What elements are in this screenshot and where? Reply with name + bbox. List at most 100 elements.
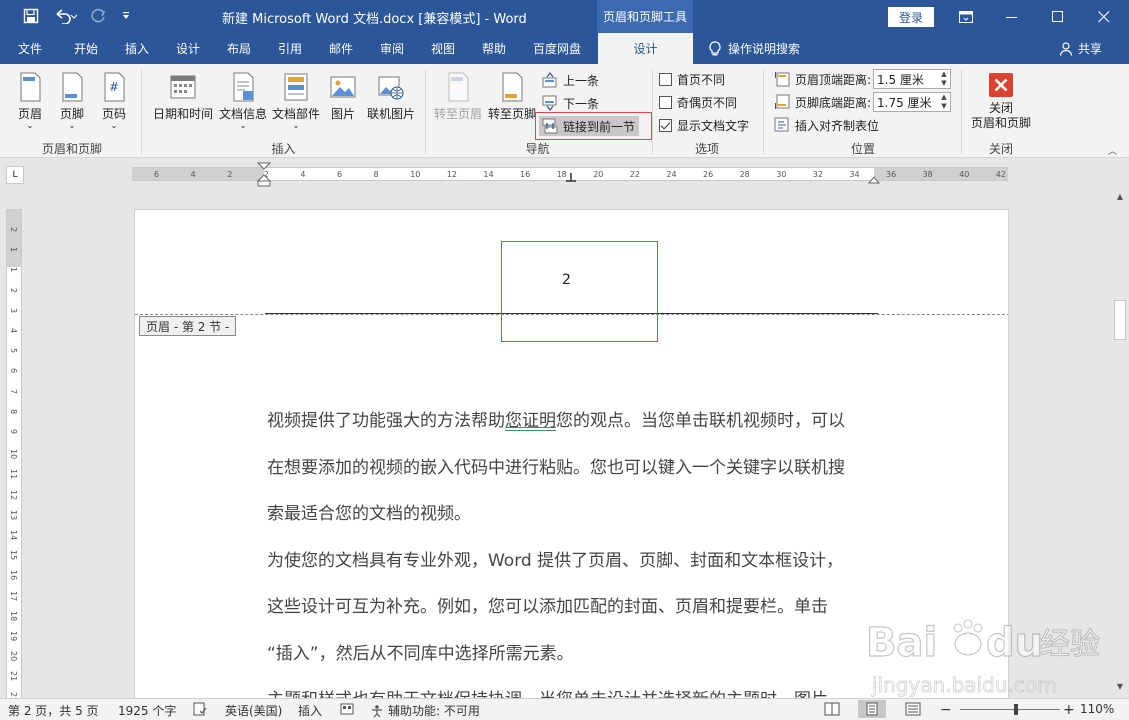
vertical-ruler[interactable]: 2 1 1 2 3 4 5 6 7 8 9 10 11 12 13 14 15 16 17 18 19 20 21 22 xyxy=(6,209,22,702)
tab-insert[interactable]: 插入 xyxy=(114,33,160,64)
next-button[interactable]: 下一条 xyxy=(542,93,599,113)
tab-layout[interactable]: 布局 xyxy=(216,33,262,64)
vertical-ruler-tick-label: 8 xyxy=(9,408,18,414)
indent-marker-icon[interactable] xyxy=(257,162,271,188)
collapse-ribbon-icon[interactable]: ︿ xyxy=(1108,144,1117,157)
paragraph-line: 视频提供了功能强大的方法帮助您证明您的观点。当您单击联机视频时，可以 xyxy=(267,411,845,431)
tab-mailings[interactable]: 邮件 xyxy=(318,33,364,64)
scrollbar-thumb[interactable] xyxy=(1114,300,1126,340)
online-picture-button[interactable]: 联机图片 xyxy=(365,72,417,122)
doc-info-label: 文档信息 xyxy=(218,107,267,121)
customize-quick-access-icon[interactable] xyxy=(118,6,134,26)
print-layout-icon[interactable] xyxy=(858,700,886,718)
checkbox-box[interactable] xyxy=(659,95,672,109)
date-time-button[interactable]: 日期和时间 xyxy=(150,72,216,122)
proofing-icon xyxy=(193,702,207,716)
tab-selector-icon[interactable]: L xyxy=(6,166,24,184)
group-separator xyxy=(961,70,962,154)
share-button[interactable]: 共享 xyxy=(1060,33,1102,64)
person-icon xyxy=(1060,41,1073,56)
close-window-icon[interactable] xyxy=(1081,0,1127,33)
doc-parts-button[interactable]: 文档部件 ⌄ xyxy=(270,72,322,130)
vertical-ruler-tick-label: 16 xyxy=(9,570,18,581)
group-label-navigation: 导航 xyxy=(525,142,550,156)
vertical-ruler-tick-label: 2 xyxy=(9,227,18,233)
maximize-icon[interactable] xyxy=(1035,0,1081,33)
page-number-icon: # xyxy=(100,72,128,102)
tell-me-search[interactable]: 操作说明搜索 xyxy=(708,33,800,64)
tab-baidu-netdisk[interactable]: 百度网盘 xyxy=(524,33,590,64)
language-status[interactable]: 英语(美国) xyxy=(225,702,282,719)
scroll-up-icon[interactable]: ▲ xyxy=(1113,192,1127,206)
close-header-footer-label: 关闭 页眉和页脚 xyxy=(970,101,1031,130)
macro-recording[interactable] xyxy=(340,702,354,716)
tab-view[interactable]: 视图 xyxy=(420,33,466,64)
accessibility-label: 辅助功能: 不可用 xyxy=(388,704,480,718)
spinner-arrows-icon[interactable]: ▲ ▼ xyxy=(938,93,950,111)
right-indent-marker-icon[interactable] xyxy=(868,172,880,184)
header-from-top-input[interactable]: 1.5 厘米 ▲ ▼ xyxy=(873,69,951,89)
insert-align-tab-button[interactable]: 插入对齐制表位 xyxy=(774,115,879,135)
center-tab-stop-icon[interactable] xyxy=(565,172,577,184)
group-separator xyxy=(425,70,426,154)
tab-design[interactable]: 设计 xyxy=(165,33,211,64)
ribbon-display-options-icon[interactable] xyxy=(943,0,989,33)
spinner-arrows-icon[interactable]: ▲ ▼ xyxy=(938,70,950,88)
document-title: 新建 Microsoft Word 文档.docx [兼容模式] - Word xyxy=(222,12,527,27)
group-label-options: 选项 xyxy=(694,142,719,156)
previous-button[interactable]: 上一条 xyxy=(542,70,599,90)
goto-header-button[interactable]: 转至页眉 xyxy=(432,72,484,122)
ruler-tick-label: 36 xyxy=(886,170,897,179)
svg-text:#: # xyxy=(109,80,119,94)
insert-mode-status[interactable]: 插入 xyxy=(298,702,322,719)
vertical-ruler-tick-label: 1 xyxy=(9,247,18,253)
login-button[interactable]: 登录 xyxy=(888,7,934,27)
first-page-different-checkbox[interactable]: 首页不同 xyxy=(659,69,725,89)
doc-info-button[interactable]: 文档信息 ⌄ xyxy=(217,72,269,130)
picture-button[interactable]: 图片 xyxy=(327,72,359,122)
zoom-slider-thumb[interactable] xyxy=(1014,704,1018,715)
ruler-tick-label: 2 xyxy=(227,170,233,179)
vertical-ruler-tick-label: 12 xyxy=(9,489,18,500)
zoom-out-icon[interactable]: − xyxy=(940,702,952,718)
redo-icon[interactable] xyxy=(87,6,109,26)
tab-header-footer-design[interactable]: 设计 xyxy=(598,33,693,64)
tab-home[interactable]: 开始 xyxy=(62,33,110,64)
footer-from-bottom-input[interactable]: 1.75 厘米 ▲ ▼ xyxy=(873,92,951,112)
minimize-icon[interactable] xyxy=(989,0,1035,33)
grammar-underlined-word[interactable]: 您证明 xyxy=(505,411,556,431)
tab-references[interactable]: 引用 xyxy=(267,33,313,64)
vertical-ruler-tick-label: 17 xyxy=(9,590,18,601)
document-body[interactable]: 视频提供了功能强大的方法帮助您证明您的观点。当您单击联机视频时，可以 在想要添加… xyxy=(267,398,877,708)
save-icon[interactable] xyxy=(20,6,42,26)
proofing-status[interactable] xyxy=(193,702,207,716)
show-document-text-checkbox[interactable]: 显示文档文字 xyxy=(659,115,749,135)
footer-button[interactable]: 页脚 ⌄ xyxy=(54,72,90,130)
close-header-footer-button[interactable]: 关闭 页眉和页脚 xyxy=(966,72,1036,131)
header-button[interactable]: 页眉 ⌄ xyxy=(12,72,48,130)
accessibility-status[interactable]: 辅助功能: 不可用 xyxy=(370,702,480,719)
word-count[interactable]: 1925 个字 xyxy=(118,702,176,719)
undo-icon[interactable] xyxy=(50,6,80,26)
odd-even-different-checkbox[interactable]: 奇偶页不同 xyxy=(659,92,737,112)
page-count[interactable]: 第 2 页，共 5 页 xyxy=(8,702,99,719)
tab-file[interactable]: 文件 xyxy=(8,33,52,64)
tab-review[interactable]: 审阅 xyxy=(369,33,415,64)
macro-icon xyxy=(340,703,354,715)
odd-even-different-label: 奇偶页不同 xyxy=(677,95,738,110)
vertical-ruler-tick-label: 14 xyxy=(9,530,18,541)
checkbox-box-checked[interactable] xyxy=(659,118,672,132)
title-bar: 新建 Microsoft Word 文档.docx [兼容模式] - Word … xyxy=(0,0,1129,33)
zoom-slider-track[interactable] xyxy=(960,709,1060,710)
footer-from-bottom-label-wrap: 页脚底端距离: xyxy=(774,92,871,112)
zoom-level[interactable]: 110% xyxy=(1080,702,1114,716)
web-layout-icon[interactable] xyxy=(905,702,921,716)
checkbox-box[interactable] xyxy=(659,72,672,86)
page-number-button[interactable]: # 页码 ⌄ xyxy=(96,72,132,130)
tell-me-label: 操作说明搜索 xyxy=(728,42,801,56)
goto-footer-button[interactable]: 转至页脚 xyxy=(486,72,538,122)
online-picture-label: 联机图片 xyxy=(366,107,415,121)
zoom-in-icon[interactable]: + xyxy=(1063,702,1075,718)
read-mode-icon[interactable] xyxy=(824,702,840,716)
tab-help[interactable]: 帮助 xyxy=(471,33,517,64)
